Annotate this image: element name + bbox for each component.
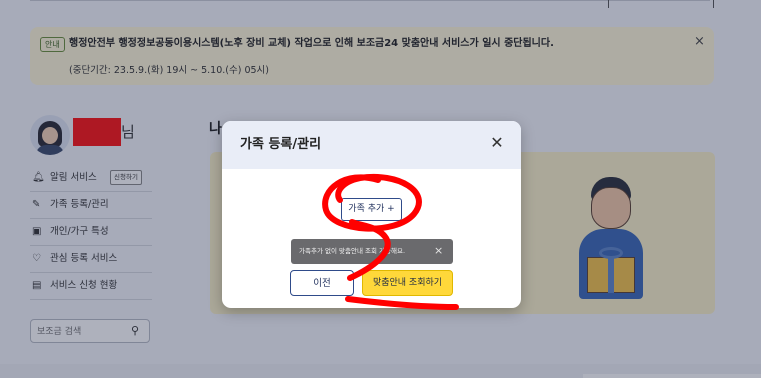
toast-close-icon[interactable]: × <box>434 244 443 258</box>
modal-title: 가족 등록/관리 <box>240 137 322 152</box>
tooltip-toast: 가족추가 없이 맞춤안내 조회 가능해요. × <box>291 239 453 264</box>
toast-message: 가족추가 없이 맞춤안내 조회 가능해요. <box>299 247 406 255</box>
inquire-recommendations-button[interactable]: 맞춤안내 조회하기 <box>362 270 453 296</box>
close-icon[interactable]: ✕ <box>488 133 506 153</box>
modal-header: 가족 등록/관리 ✕ <box>222 121 521 169</box>
add-family-button[interactable]: 가족 추가 + <box>341 198 402 221</box>
previous-button[interactable]: 이전 <box>290 270 354 296</box>
family-management-modal: 가족 등록/관리 ✕ 가족 추가 + 이전 맞춤안내 조회하기 <box>222 121 521 308</box>
